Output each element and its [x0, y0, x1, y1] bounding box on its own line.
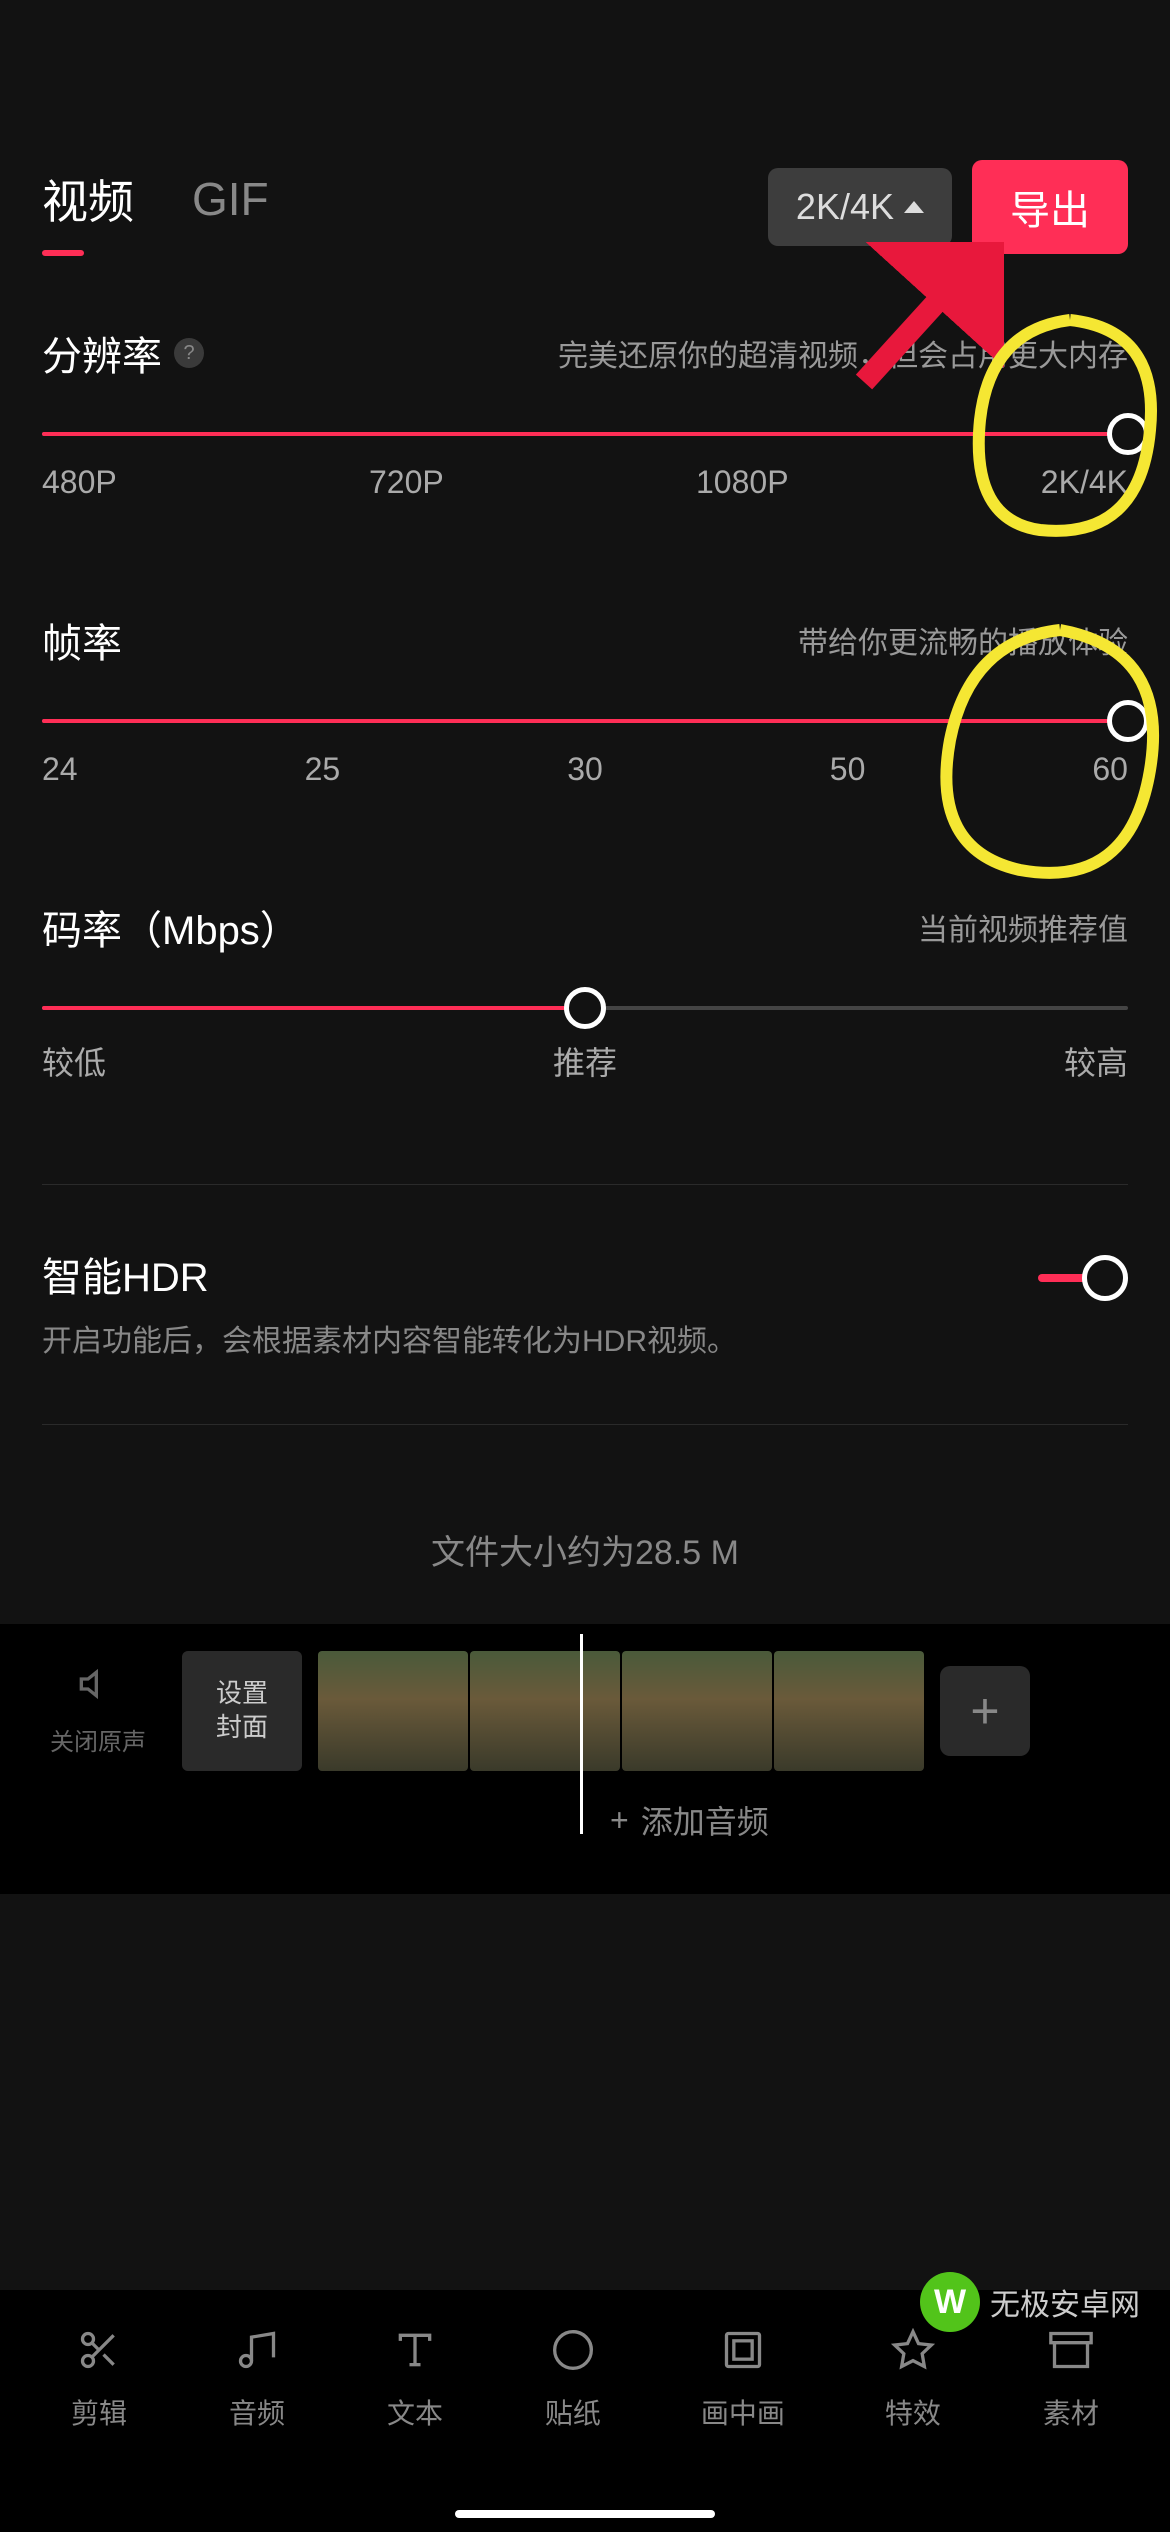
- tab-gif[interactable]: GIF: [192, 172, 269, 242]
- help-icon[interactable]: ?: [174, 338, 204, 368]
- divider: [42, 1424, 1128, 1425]
- resolution-slider[interactable]: 480P 720P 1080P 2K/4K: [42, 432, 1128, 501]
- nav-cut[interactable]: 剪辑: [69, 2320, 129, 2432]
- add-clip-button[interactable]: +: [940, 1666, 1030, 1756]
- bitrate-rec: 推荐: [553, 1038, 617, 1084]
- bitrate-slider[interactable]: 较低 推荐 较高: [42, 1006, 1128, 1084]
- res-tick: 2K/4K: [1041, 464, 1128, 501]
- framerate-title: 帧率: [42, 611, 122, 669]
- nav-effects[interactable]: 特效: [883, 2320, 943, 2432]
- res-tick: 720P: [369, 464, 444, 501]
- resolution-slider-thumb[interactable]: [1107, 413, 1149, 455]
- framerate-hint: 带给你更流畅的播放体验: [798, 618, 1128, 662]
- export-button[interactable]: 导出: [972, 160, 1128, 254]
- tab-video[interactable]: 视频: [42, 166, 134, 248]
- bitrate-high: 较高: [1064, 1038, 1128, 1084]
- res-tick: 480P: [42, 464, 117, 501]
- speaker-icon: [78, 1664, 118, 1714]
- clip-thumbnail[interactable]: [470, 1651, 620, 1771]
- hdr-title: 智能HDR: [42, 1245, 1038, 1303]
- resolution-badge-label: 2K/4K: [796, 186, 894, 228]
- clip-thumbnail[interactable]: [622, 1651, 772, 1771]
- nav-pip[interactable]: 画中画: [701, 2320, 785, 2432]
- resolution-dropdown[interactable]: 2K/4K: [768, 168, 952, 246]
- mute-original-button[interactable]: 关闭原声: [20, 1644, 176, 1777]
- music-note-icon: [227, 2320, 287, 2380]
- nav-audio[interactable]: 音频: [227, 2320, 287, 2432]
- hdr-description: 开启功能后，会根据素材内容智能转化为HDR视频。: [42, 1319, 1038, 1364]
- fr-tick: 50: [830, 751, 866, 788]
- clip-thumbnail[interactable]: [774, 1651, 924, 1771]
- set-cover-button[interactable]: 设置 封面: [182, 1651, 302, 1771]
- add-audio-button[interactable]: + 添加音频: [0, 1777, 1170, 1843]
- playhead[interactable]: [580, 1634, 583, 1834]
- fr-tick: 30: [567, 751, 603, 788]
- plus-icon: +: [610, 1802, 629, 1839]
- bitrate-hint: 当前视频推荐值: [918, 905, 1128, 949]
- fr-tick: 60: [1092, 751, 1128, 788]
- res-tick: 1080P: [696, 464, 789, 501]
- watermark: W 无极安卓网: [920, 2272, 1140, 2332]
- home-indicator: [455, 2510, 715, 2518]
- timeline[interactable]: 关闭原声 设置 封面 + + 添加音频: [0, 1624, 1170, 1894]
- filesize-label: 文件大小约为28.5 M: [0, 1455, 1170, 1624]
- fr-tick: 24: [42, 751, 78, 788]
- framerate-slider[interactable]: 24 25 30 50 60: [42, 719, 1128, 788]
- hdr-toggle[interactable]: [1038, 1253, 1128, 1303]
- nav-material[interactable]: 素材: [1041, 2320, 1101, 2432]
- framerate-slider-thumb[interactable]: [1107, 700, 1149, 742]
- mute-label: 关闭原声: [50, 1722, 146, 1757]
- clip-thumbnail[interactable]: [318, 1651, 468, 1771]
- bitrate-title: 码率（Mbps）: [42, 898, 300, 956]
- bitrate-low: 较低: [42, 1038, 106, 1084]
- nav-text[interactable]: 文本: [385, 2320, 445, 2432]
- fr-tick: 25: [305, 751, 341, 788]
- resolution-hint: 完美还原你的超清视频，但会占用更大内存: [558, 331, 1128, 375]
- resolution-title: 分辨率: [42, 324, 162, 382]
- divider: [42, 1184, 1128, 1185]
- watermark-logo-icon: W: [920, 2272, 980, 2332]
- sticker-icon: [543, 2320, 603, 2380]
- bitrate-slider-thumb[interactable]: [564, 987, 606, 1029]
- text-icon: [385, 2320, 445, 2380]
- pip-icon: [713, 2320, 773, 2380]
- nav-sticker[interactable]: 贴纸: [543, 2320, 603, 2432]
- chevron-up-icon: [904, 201, 924, 213]
- scissors-icon: [69, 2320, 129, 2380]
